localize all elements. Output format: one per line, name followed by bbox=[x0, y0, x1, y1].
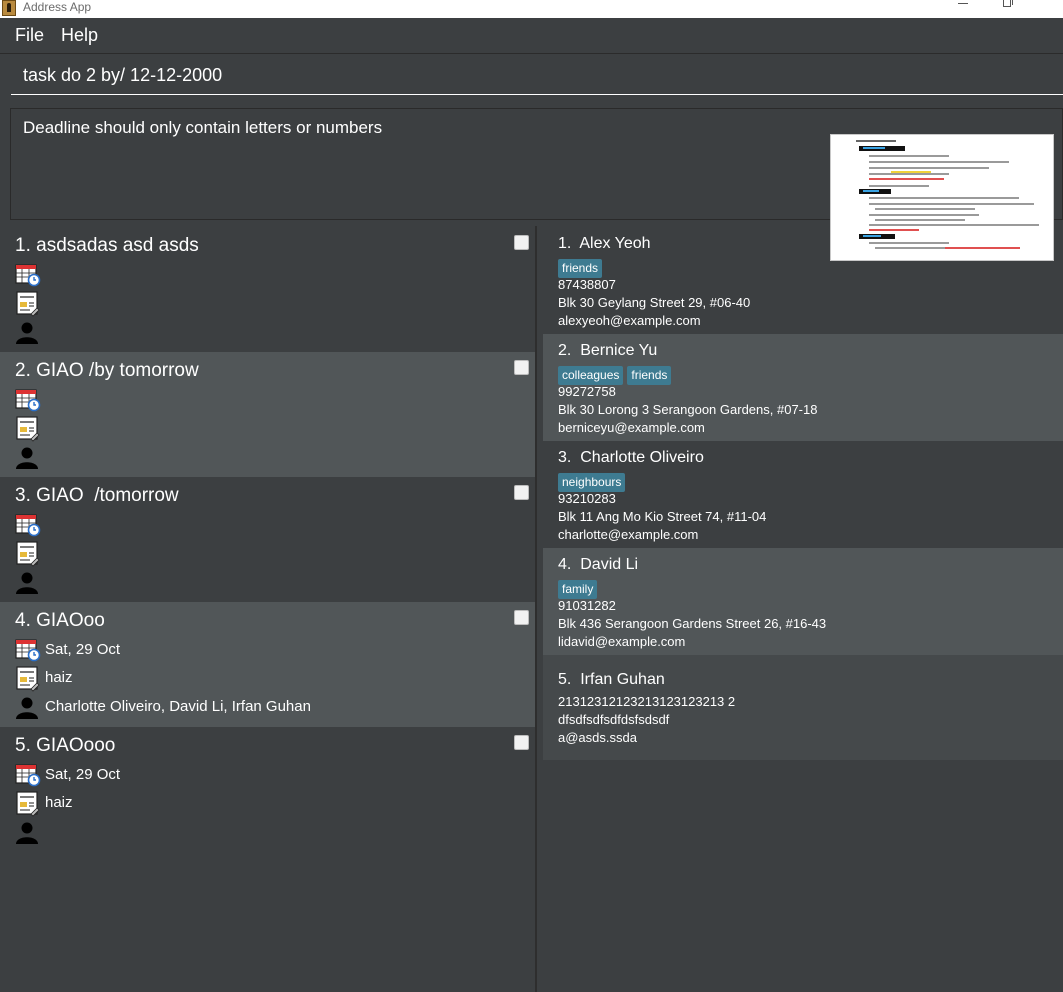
task-card[interactable]: 3. GIAO /tomorrow bbox=[0, 477, 535, 602]
tag: friends bbox=[558, 259, 603, 278]
person-phone: 21312312123213123123213 2 bbox=[558, 694, 736, 709]
note-icon bbox=[16, 541, 40, 567]
task-title: 5. GIAOooo bbox=[15, 735, 116, 756]
task-note: haiz bbox=[45, 669, 73, 686]
menu-help[interactable]: Help bbox=[61, 25, 98, 46]
task-title: 2. GIAO /by tomorrow bbox=[15, 360, 199, 381]
person-icon bbox=[16, 322, 38, 344]
task-done-checkbox[interactable] bbox=[514, 235, 529, 250]
person-tags: friends bbox=[558, 257, 606, 278]
task-done-checkbox[interactable] bbox=[514, 485, 529, 500]
task-deadline: Sat, 29 Oct bbox=[45, 641, 121, 658]
menu-bar: File Help bbox=[0, 18, 1063, 54]
person-icon bbox=[16, 697, 38, 719]
command-box bbox=[0, 55, 1063, 101]
person-icon bbox=[16, 447, 38, 469]
person-name: 3. Charlotte Oliveiro bbox=[558, 449, 704, 466]
person-address: Blk 11 Ang Mo Kio Street 74, #11-04 bbox=[558, 509, 767, 524]
calendar-clock-icon bbox=[15, 764, 41, 787]
task-card[interactable]: 1. asdsadas asd asds bbox=[0, 227, 535, 352]
calendar-clock-icon bbox=[15, 264, 41, 287]
task-done-checkbox[interactable] bbox=[514, 360, 529, 375]
person-name: 1. Alex Yeoh bbox=[558, 235, 651, 252]
person-list-panel[interactable]: 1. Alex Yeoh friends 87438807 Blk 30 Gey… bbox=[537, 227, 1063, 992]
person-icon bbox=[16, 572, 38, 594]
task-card[interactable]: 2. GIAO /by tomorrow bbox=[0, 352, 535, 477]
person-name: 4. David Li bbox=[558, 556, 639, 573]
note-icon bbox=[16, 291, 40, 317]
menu-file[interactable]: File bbox=[15, 25, 44, 46]
person-email: lidavid@example.com bbox=[558, 634, 686, 649]
task-title: 3. GIAO /tomorrow bbox=[15, 485, 179, 506]
restore-icon bbox=[1003, 0, 1013, 7]
person-name: 5. Irfan Guhan bbox=[558, 671, 665, 688]
close-button[interactable] bbox=[1036, 0, 1063, 15]
person-phone: 99272758 bbox=[558, 384, 616, 399]
person-name: 2. Bernice Yu bbox=[558, 342, 658, 359]
person-tags: neighbours bbox=[558, 471, 629, 492]
tag: neighbours bbox=[558, 473, 626, 492]
calendar-clock-icon bbox=[15, 389, 41, 412]
person-phone: 87438807 bbox=[558, 277, 616, 292]
task-deadline: Sat, 29 Oct bbox=[45, 766, 121, 783]
maximize-button[interactable] bbox=[992, 0, 1022, 15]
result-message: Deadline should only contain letters or … bbox=[23, 118, 383, 137]
command-input[interactable] bbox=[11, 57, 1063, 95]
calendar-clock-icon bbox=[15, 639, 41, 662]
person-email: berniceyu@example.com bbox=[558, 420, 705, 435]
person-card[interactable]: 5. Irfan Guhan 21312312123213123123213 2… bbox=[543, 655, 1063, 760]
task-people: Charlotte Oliveiro, David Li, Irfan Guha… bbox=[45, 698, 311, 715]
minimize-icon bbox=[958, 3, 968, 4]
task-note: haiz bbox=[45, 794, 73, 811]
tag: family bbox=[558, 580, 598, 599]
person-email: charlotte@example.com bbox=[558, 527, 699, 542]
window-title: Address App bbox=[23, 0, 92, 14]
person-card[interactable]: 2. Bernice Yu colleagues friends 99272758… bbox=[543, 334, 1063, 441]
note-icon bbox=[16, 791, 40, 817]
tag: friends bbox=[627, 366, 672, 385]
person-card[interactable]: 4. David Li family 91031282 Blk 436 Sera… bbox=[543, 548, 1063, 655]
task-done-checkbox[interactable] bbox=[514, 735, 529, 750]
task-card[interactable]: 5. GIAOooo Sat, 29 Oct haiz bbox=[0, 727, 535, 852]
person-tags: family bbox=[558, 578, 601, 599]
person-address: Blk 436 Serangoon Gardens Street 26, #16… bbox=[558, 616, 827, 631]
person-email: alexyeoh@example.com bbox=[558, 313, 701, 328]
person-icon bbox=[16, 822, 38, 844]
tag: colleagues bbox=[558, 366, 624, 385]
window-title-bar: Address App bbox=[0, 0, 1063, 18]
person-phone: 91031282 bbox=[558, 598, 616, 613]
note-icon bbox=[16, 666, 40, 692]
task-card[interactable]: 4. GIAOoo Sat, 29 Oct haiz Charlotte Oli… bbox=[0, 602, 535, 727]
person-tags: colleagues friends bbox=[558, 364, 675, 385]
document-thumbnail[interactable] bbox=[830, 134, 1054, 261]
person-address: Blk 30 Geylang Street 29, #06-40 bbox=[558, 295, 751, 310]
minimize-button[interactable] bbox=[948, 0, 978, 15]
task-list-panel[interactable]: 1. asdsadas asd asds 2. GIAO /by tomorro… bbox=[0, 227, 535, 992]
person-email: a@asds.ssda bbox=[558, 730, 637, 745]
task-title: 4. GIAOoo bbox=[15, 610, 105, 631]
task-done-checkbox[interactable] bbox=[514, 610, 529, 625]
person-address: dfsdfsdfsdfdsfsdsdf bbox=[558, 712, 670, 727]
person-card[interactable]: 3. Charlotte Oliveiro neighbours 9321028… bbox=[543, 441, 1063, 548]
task-title: 1. asdsadas asd asds bbox=[15, 235, 199, 256]
person-phone: 93210283 bbox=[558, 491, 616, 506]
note-icon bbox=[16, 416, 40, 442]
app-icon bbox=[2, 0, 16, 16]
calendar-clock-icon bbox=[15, 514, 41, 537]
person-address: Blk 30 Lorong 3 Serangoon Gardens, #07-1… bbox=[558, 402, 818, 417]
